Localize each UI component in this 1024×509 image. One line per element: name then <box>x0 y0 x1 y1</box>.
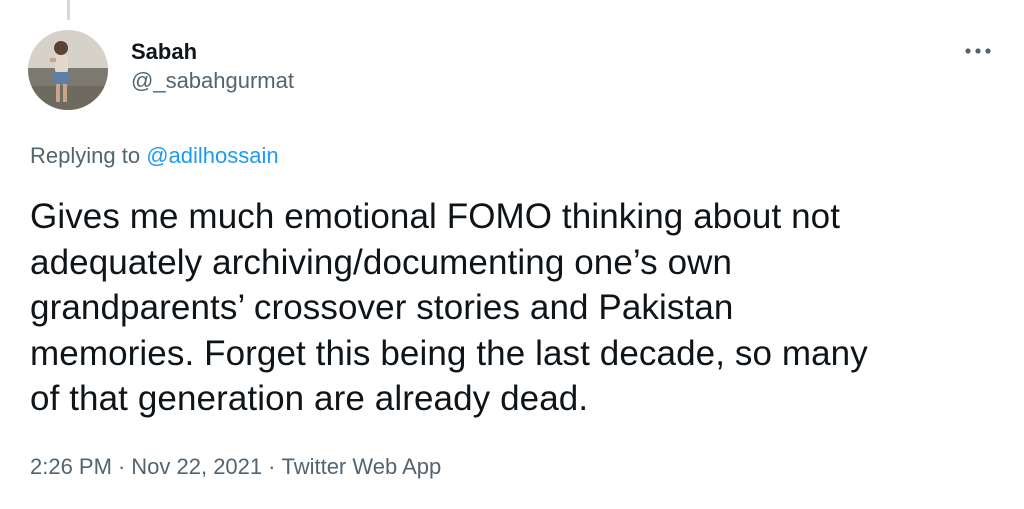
thread-connector-line <box>67 0 70 20</box>
tweet-metadata: 2:26 PM · Nov 22, 2021 · Twitter Web App <box>30 452 441 482</box>
author-handle[interactable]: @_sabahgurmat <box>131 66 294 96</box>
replying-to-line: Replying to @adilhossain <box>30 142 279 170</box>
author-block: Sabah @_sabahgurmat <box>131 38 294 96</box>
tweet-text-line: of that generation are already dead. <box>30 379 589 418</box>
tweet-text-line: memories. Forget this being the last dec… <box>30 333 868 373</box>
tweet-text-line: grandparents’ crossover stories and Paki… <box>30 288 734 327</box>
ellipsis-horizontal-icon <box>965 48 991 54</box>
tweet-source-link[interactable]: Twitter Web App <box>281 454 441 479</box>
more-options-button[interactable] <box>958 36 998 66</box>
replying-to-label: Replying to <box>30 143 141 168</box>
tweet-date-link[interactable]: Nov 22, 2021 <box>131 454 262 479</box>
author-avatar[interactable] <box>28 30 108 110</box>
tweet-time-link[interactable]: 2:26 PM <box>30 454 112 479</box>
replying-to-handle-link[interactable]: @adilhossain <box>146 143 278 168</box>
tweet-text-line: adequately archiving/documenting one’s o… <box>30 242 733 282</box>
author-display-name[interactable]: Sabah <box>131 38 294 66</box>
avatar-photo-icon <box>28 30 108 110</box>
tweet-text-line: Gives me much emotional FOMO thinking ab… <box>30 197 841 236</box>
tweet-text: Gives me much emotional FOMO thinking ab… <box>30 194 1005 422</box>
meta-separator: · <box>117 454 126 479</box>
meta-separator: · <box>268 454 276 479</box>
